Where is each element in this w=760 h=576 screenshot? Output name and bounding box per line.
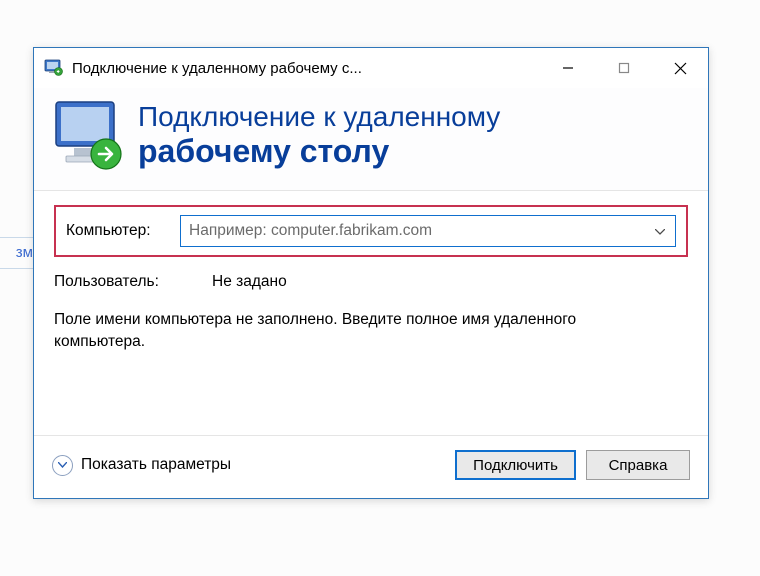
show-options-label: Показать параметры bbox=[81, 456, 231, 474]
computer-placeholder: Например: computer.fabrikam.com bbox=[189, 222, 432, 240]
rdp-app-icon bbox=[44, 58, 64, 78]
maximize-button[interactable] bbox=[596, 48, 652, 88]
titlebar: Подключение к удаленному рабочему с... bbox=[34, 48, 708, 88]
user-label: Пользователь: bbox=[54, 273, 212, 291]
chevron-down-icon[interactable] bbox=[655, 222, 665, 240]
background-tab-fragment: зм bbox=[0, 237, 33, 269]
rdp-dialog: Подключение к удаленному рабочему с... bbox=[33, 47, 709, 499]
chevron-down-circle-icon bbox=[52, 455, 73, 476]
rdp-header-icon bbox=[52, 96, 126, 174]
close-button[interactable] bbox=[652, 48, 708, 88]
dialog-body: Компьютер: Например: computer.fabrikam.c… bbox=[34, 191, 708, 435]
user-value: Не задано bbox=[212, 273, 287, 291]
dialog-header: Подключение к удаленному рабочему столу bbox=[34, 88, 708, 191]
user-row: Пользователь: Не задано bbox=[54, 273, 688, 291]
show-options-toggle[interactable]: Показать параметры bbox=[52, 455, 231, 476]
computer-combobox[interactable]: Например: computer.fabrikam.com bbox=[180, 215, 676, 247]
header-title-line1: Подключение к удаленному bbox=[138, 101, 500, 133]
header-title-line2: рабочему столу bbox=[138, 133, 500, 170]
hint-text: Поле имени компьютера не заполнено. Введ… bbox=[54, 309, 614, 352]
computer-field-highlight: Компьютер: Например: computer.fabrikam.c… bbox=[54, 205, 688, 257]
computer-label: Компьютер: bbox=[66, 222, 180, 240]
minimize-button[interactable] bbox=[540, 48, 596, 88]
help-button[interactable]: Справка bbox=[586, 450, 690, 480]
window-title: Подключение к удаленному рабочему с... bbox=[72, 60, 540, 77]
dialog-footer: Показать параметры Подключить Справка bbox=[34, 435, 708, 498]
window-controls bbox=[540, 48, 708, 88]
connect-button[interactable]: Подключить bbox=[455, 450, 576, 480]
